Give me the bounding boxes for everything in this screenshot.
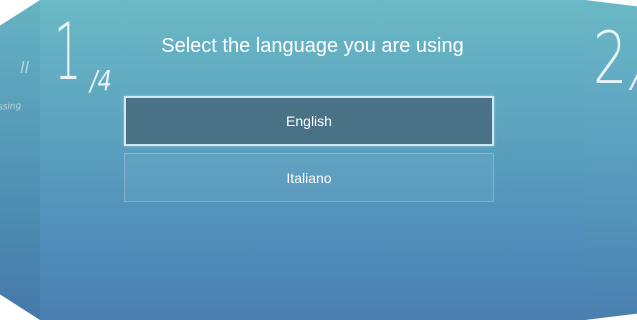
previous-panel[interactable]: ll ssing xyxy=(0,0,40,320)
setup-wizard-carousel: ll ssing 1 /4 Select the language you ar… xyxy=(0,0,637,320)
language-option-label: Italiano xyxy=(286,169,332,186)
language-option-english[interactable]: English xyxy=(124,96,494,146)
next-step-slash: / xyxy=(631,60,637,95)
language-option-label: English xyxy=(286,113,332,129)
page-title: Select the language you are using xyxy=(161,35,464,57)
language-option-italiano[interactable]: Italiano xyxy=(124,153,494,202)
step-total: /4 xyxy=(90,64,112,97)
previous-panel-fragment-top: ll xyxy=(20,58,29,77)
previous-panel-fragment-bottom: ssing xyxy=(0,101,22,113)
next-panel[interactable]: 2 / xyxy=(585,0,637,320)
language-selection-panel: 1 /4 Select the language you are using E… xyxy=(40,0,585,320)
language-list: English Italiano xyxy=(124,96,494,209)
next-step-number: 2 xyxy=(593,16,628,100)
